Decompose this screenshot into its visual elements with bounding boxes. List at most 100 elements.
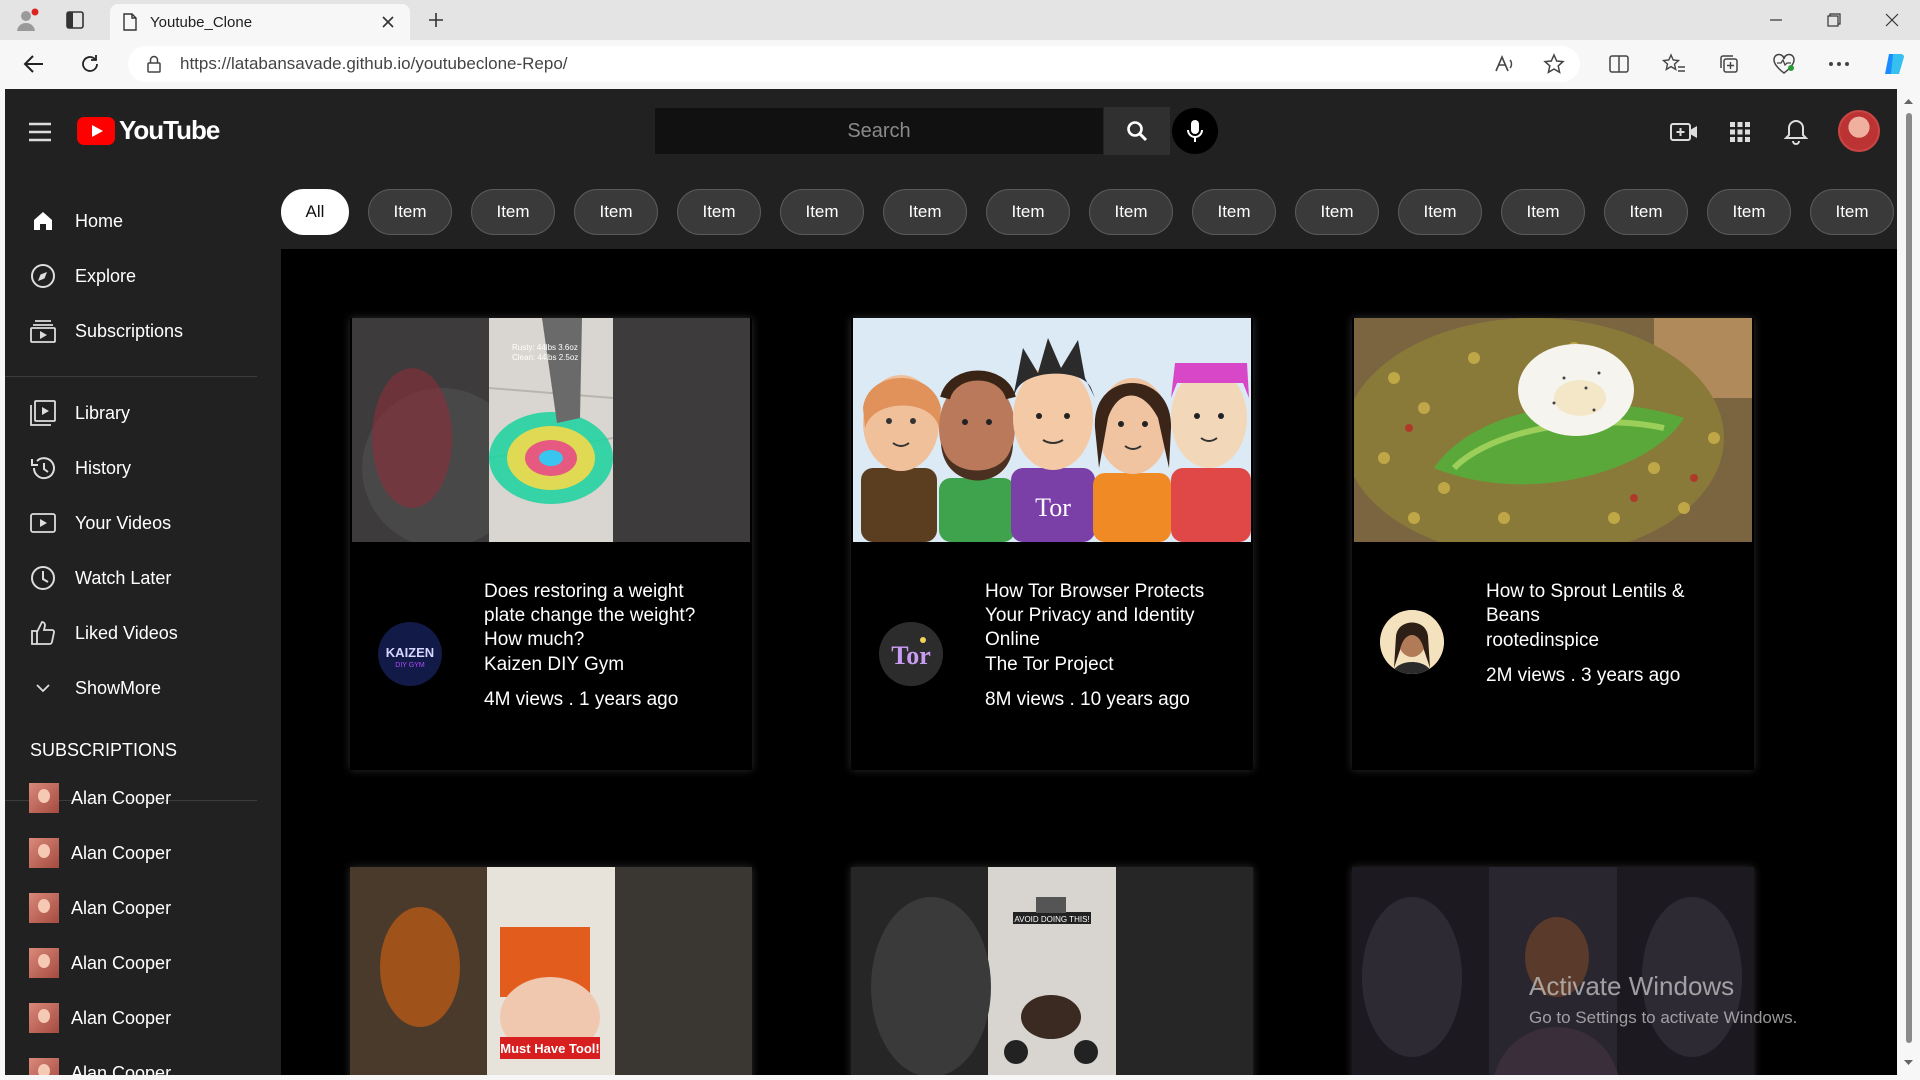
subscription-item[interactable]: Alan Cooper <box>29 943 269 983</box>
sidebar-item-watch-later[interactable]: Watch Later <box>29 558 269 598</box>
chip-item[interactable]: Item <box>1810 189 1894 235</box>
compass-icon <box>29 262 57 290</box>
subscription-label: Alan Cooper <box>71 952 172 973</box>
minimize-button[interactable] <box>1748 0 1804 40</box>
video-title[interactable]: How Tor Browser Protects Your Privacy an… <box>985 580 1225 652</box>
sidebar-item-label: Explore <box>75 265 137 286</box>
scrollbar-thumb[interactable] <box>1906 113 1912 1043</box>
channel-avatar[interactable] <box>1380 610 1444 674</box>
address-bar[interactable]: https://latabansavade.github.io/youtubec… <box>128 46 1580 82</box>
chip-item[interactable]: Item <box>1501 189 1585 235</box>
subscription-label: Alan Cooper <box>71 787 172 808</box>
search-button[interactable] <box>1104 107 1170 155</box>
sidebar-item-liked-videos[interactable]: Liked Videos <box>29 613 269 653</box>
chip-item[interactable]: Item <box>1295 189 1379 235</box>
video-card[interactable]: Must Have Tool! <box>350 867 752 1075</box>
chip-item[interactable]: Item <box>1707 189 1791 235</box>
collections-button[interactable] <box>1713 48 1745 80</box>
chip-item[interactable]: Item <box>780 189 864 235</box>
favorite-button[interactable] <box>1538 48 1570 80</box>
video-thumbnail[interactable]: Tor <box>853 318 1251 542</box>
voice-search-button[interactable] <box>1172 108 1218 154</box>
channel-name[interactable]: Kaizen DIY Gym <box>484 654 624 676</box>
sidebar-item-subscriptions[interactable]: Subscriptions <box>29 311 269 351</box>
plus-icon <box>429 13 443 27</box>
chip-item[interactable]: Item <box>677 189 761 235</box>
chip-item[interactable]: Item <box>986 189 1070 235</box>
video-title[interactable]: How to Sprout Lentils & Beans <box>1486 580 1726 628</box>
chip-item[interactable]: Item <box>574 189 658 235</box>
tab-close-icon[interactable] <box>378 12 398 32</box>
browser-essentials-button[interactable] <box>1768 48 1800 80</box>
browser-tab-active[interactable]: Youtube_Clone <box>110 4 410 40</box>
video-title[interactable]: Does restoring a weight plate change the… <box>484 580 724 652</box>
logo-text: YouTube <box>119 115 220 145</box>
chip-item[interactable]: Item <box>1604 189 1688 235</box>
video-stats: 8M views . 10 years ago <box>985 689 1190 710</box>
create-video-button[interactable] <box>1667 115 1701 149</box>
chip-item[interactable]: Item <box>1192 189 1276 235</box>
sidebar-item-home[interactable]: Home <box>29 201 269 241</box>
search-box[interactable] <box>654 107 1104 155</box>
chip-item[interactable]: Item <box>471 189 555 235</box>
sidebar-item-history[interactable]: History <box>29 448 269 488</box>
favorites-button[interactable] <box>1658 48 1690 80</box>
chevron-down-icon <box>29 674 57 702</box>
video-thumbnail[interactable]: Must Have Tool! <box>350 867 752 1075</box>
subscription-item[interactable]: Alan Cooper <box>29 833 269 873</box>
new-tab-button[interactable] <box>420 6 452 34</box>
video-thumbnail[interactable]: AVOID DOING THIS! <box>851 867 1253 1075</box>
search-input[interactable] <box>655 108 1103 154</box>
more-menu-button[interactable] <box>1823 48 1855 80</box>
read-aloud-button[interactable] <box>1489 48 1521 80</box>
chip-item[interactable]: Item <box>368 189 452 235</box>
chip-item[interactable]: Item <box>1089 189 1173 235</box>
thumbnail-caption: AVOID DOING THIS! <box>1014 915 1089 924</box>
chip-item[interactable]: Item <box>1398 189 1482 235</box>
apps-button[interactable] <box>1723 115 1757 149</box>
page-scrollbar[interactable] <box>1897 89 1920 1075</box>
star-icon <box>1543 53 1565 74</box>
chip-item[interactable]: Item <box>883 189 967 235</box>
subscription-label: Alan Cooper <box>71 1007 172 1028</box>
notifications-button[interactable] <box>1779 115 1813 149</box>
watermark-title: Activate Windows <box>1529 971 1735 1001</box>
subscription-item[interactable]: Alan Cooper <box>29 998 269 1038</box>
channel-avatar[interactable]: Tor <box>879 622 943 686</box>
svg-text:Tor: Tor <box>1035 493 1071 522</box>
channel-name[interactable]: The Tor Project <box>985 654 1113 676</box>
video-card[interactable]: Tor Tor How Tor Browser Protects Your Pr… <box>851 318 1253 770</box>
split-screen-button[interactable] <box>1603 48 1635 80</box>
video-card[interactable]: AVOID DOING THIS! <box>851 867 1253 1075</box>
video-thumbnail[interactable]: Rusty: 44lbs 3.6oz Clean: 44lbs 2.5oz <box>352 318 750 542</box>
close-window-button[interactable] <box>1864 0 1920 40</box>
chip-all[interactable]: All <box>281 189 349 235</box>
vertical-tabs-icon <box>66 11 84 29</box>
sidebar-item-your-videos[interactable]: Your Videos <box>29 503 269 543</box>
browser-profile-button[interactable] <box>12 6 42 34</box>
youtube-logo[interactable]: YouTube <box>77 115 220 146</box>
restore-button[interactable] <box>1806 0 1862 40</box>
sidebar-item-show-more[interactable]: ShowMore <box>29 668 269 708</box>
favorites-icon <box>1662 53 1685 72</box>
arrow-left-icon <box>23 55 43 73</box>
refresh-button[interactable] <box>74 48 106 80</box>
minimize-icon <box>1770 19 1782 21</box>
channel-name[interactable]: rootedinspice <box>1486 630 1599 652</box>
video-thumbnail[interactable] <box>1354 318 1752 542</box>
channel-avatar[interactable]: KAIZEN DIY GYM <box>378 622 442 686</box>
sidebar-item-label: Library <box>75 402 131 423</box>
subscription-item[interactable]: Alan Cooper <box>29 888 269 928</box>
video-card[interactable]: Rusty: 44lbs 3.6oz Clean: 44lbs 2.5oz KA… <box>350 318 752 770</box>
sidebar-item-library[interactable]: Library <box>29 393 269 433</box>
video-card[interactable]: How to Sprout Lentils & Beans rootedinsp… <box>1352 318 1754 770</box>
subscription-item[interactable]: Alan Cooper <box>29 778 269 818</box>
back-button[interactable] <box>18 48 50 80</box>
sidebar-item-explore[interactable]: Explore <box>29 256 269 296</box>
user-avatar[interactable] <box>1838 110 1880 152</box>
copilot-button[interactable] <box>1878 48 1910 80</box>
hamburger-menu-icon[interactable] <box>27 119 53 145</box>
subscription-item[interactable]: Alan Cooper <box>29 1053 269 1075</box>
tab-title: Youtube_Clone <box>150 13 253 31</box>
tab-actions-button[interactable] <box>60 6 90 34</box>
